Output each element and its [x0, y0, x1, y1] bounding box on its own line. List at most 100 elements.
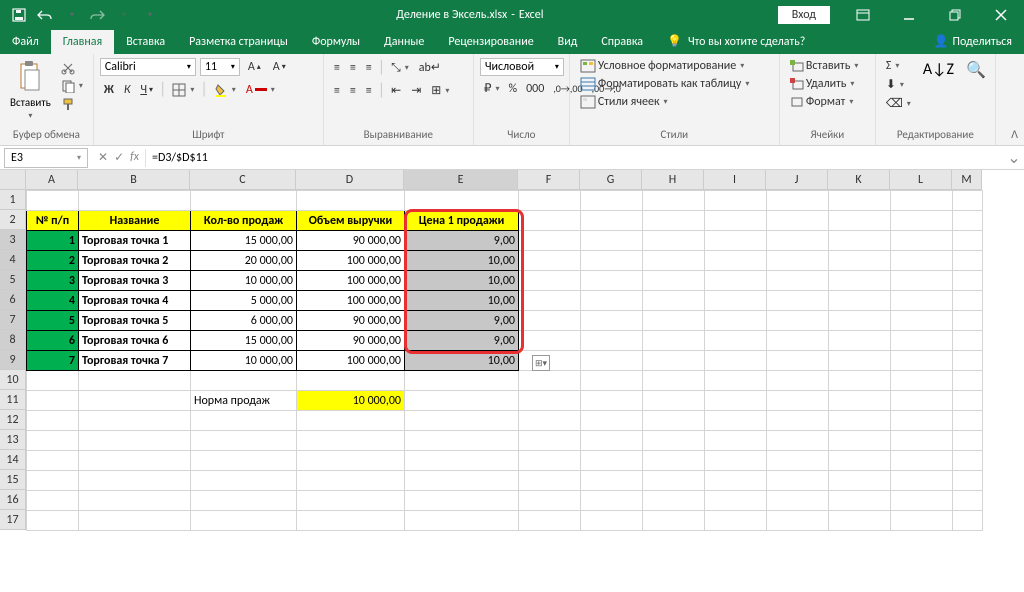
cell-I11[interactable] — [705, 391, 767, 411]
row-header-17[interactable]: 17 — [0, 510, 26, 530]
align-bottom-icon[interactable]: ≡ — [362, 58, 376, 77]
cancel-formula-icon[interactable]: ✕ — [98, 150, 108, 165]
cell-H2[interactable] — [643, 211, 705, 231]
row-header-9[interactable]: 9 — [0, 350, 26, 370]
cell-L17[interactable] — [891, 511, 953, 531]
cell-styles-button[interactable]: Стили ячеек — [576, 94, 773, 110]
cell-E9[interactable]: 10,00 — [405, 351, 519, 371]
cell-I1[interactable] — [705, 191, 767, 211]
cell-B8[interactable]: Торговая точка 6 — [79, 331, 191, 351]
cell-L10[interactable] — [891, 371, 953, 391]
cell-J6[interactable] — [767, 291, 829, 311]
cell-A9[interactable]: 7 — [27, 351, 79, 371]
copy-button[interactable] — [57, 78, 87, 94]
cell-F4[interactable] — [519, 251, 581, 271]
cell-B13[interactable] — [79, 431, 191, 451]
cell-F14[interactable] — [519, 451, 581, 471]
cell-K8[interactable] — [829, 331, 891, 351]
cell-C15[interactable] — [191, 471, 297, 491]
cut-button[interactable] — [57, 60, 87, 76]
cell-I13[interactable] — [705, 431, 767, 451]
column-header-L[interactable]: L — [890, 170, 952, 190]
cell-A1[interactable] — [27, 191, 79, 211]
restore-icon[interactable] — [932, 0, 978, 30]
cell-E11[interactable] — [405, 391, 519, 411]
column-header-M[interactable]: M — [952, 170, 982, 190]
cell-B16[interactable] — [79, 491, 191, 511]
row-header-1[interactable]: 1 — [0, 190, 26, 210]
cell-F7[interactable] — [519, 311, 581, 331]
name-box[interactable]: E3▾ — [4, 148, 88, 168]
cell-D17[interactable] — [297, 511, 405, 531]
cell-B12[interactable] — [79, 411, 191, 431]
cell-G17[interactable] — [581, 511, 643, 531]
column-header-F[interactable]: F — [518, 170, 580, 190]
fill-icon[interactable]: ⬇ — [882, 76, 915, 93]
cell-L1[interactable] — [891, 191, 953, 211]
cell-A6[interactable]: 4 — [27, 291, 79, 311]
align-left-icon[interactable]: ≡ — [330, 81, 344, 100]
cell-B6[interactable]: Торговая точка 4 — [79, 291, 191, 311]
cell-F12[interactable] — [519, 411, 581, 431]
close-icon[interactable] — [978, 0, 1024, 30]
cell-D9[interactable]: 100 000,00 — [297, 351, 405, 371]
cell-C7[interactable]: 6 000,00 — [191, 311, 297, 331]
cell-D2[interactable]: Объем выручки — [297, 211, 405, 231]
cell-I10[interactable] — [705, 371, 767, 391]
cell-H15[interactable] — [643, 471, 705, 491]
bold-button[interactable]: Ж — [100, 82, 118, 98]
row-header-11[interactable]: 11 — [0, 390, 26, 410]
row-header-12[interactable]: 12 — [0, 410, 26, 430]
cell-A11[interactable] — [27, 391, 79, 411]
tab-data[interactable]: Данные — [372, 30, 436, 54]
increase-font-icon[interactable]: A▴ — [244, 59, 265, 75]
tell-me[interactable]: 💡 Что вы хотите сделать? — [655, 29, 817, 54]
cell-J5[interactable] — [767, 271, 829, 291]
cell-I14[interactable] — [705, 451, 767, 471]
row-header-2[interactable]: 2 — [0, 210, 26, 230]
cell-J8[interactable] — [767, 331, 829, 351]
column-header-J[interactable]: J — [766, 170, 828, 190]
cell-D1[interactable] — [297, 191, 405, 211]
cell-C8[interactable]: 15 000,00 — [191, 331, 297, 351]
row-header-8[interactable]: 8 — [0, 330, 26, 350]
row-header-5[interactable]: 5 — [0, 270, 26, 290]
column-header-B[interactable]: B — [78, 170, 190, 190]
cell-G13[interactable] — [581, 431, 643, 451]
paste-button[interactable]: Вставить ▾ — [6, 58, 55, 128]
cell-E14[interactable] — [405, 451, 519, 471]
cell-J3[interactable] — [767, 231, 829, 251]
undo-dropdown[interactable] — [58, 1, 84, 29]
row-header-14[interactable]: 14 — [0, 450, 26, 470]
cell-I4[interactable] — [705, 251, 767, 271]
cell-H7[interactable] — [643, 311, 705, 331]
cell-D3[interactable]: 90 000,00 — [297, 231, 405, 251]
cell-A2[interactable]: № п/п — [27, 211, 79, 231]
row-header-15[interactable]: 15 — [0, 470, 26, 490]
delete-cells-button[interactable]: Удалить — [786, 76, 869, 92]
cell-E8[interactable]: 9,00 — [405, 331, 519, 351]
cell-H10[interactable] — [643, 371, 705, 391]
cell-J17[interactable] — [767, 511, 829, 531]
cell-M16[interactable] — [953, 491, 983, 511]
decrease-indent-icon[interactable]: ⇤ — [387, 81, 405, 100]
insert-cells-button[interactable]: Вставить — [786, 58, 869, 74]
cell-G3[interactable] — [581, 231, 643, 251]
cell-E2[interactable]: Цена 1 продажи — [405, 211, 519, 231]
login-button[interactable]: Вход — [778, 6, 830, 24]
row-header-13[interactable]: 13 — [0, 430, 26, 450]
cell-A10[interactable] — [27, 371, 79, 391]
cell-J15[interactable] — [767, 471, 829, 491]
cell-A4[interactable]: 2 — [27, 251, 79, 271]
cell-B4[interactable]: Торговая точка 2 — [79, 251, 191, 271]
cell-L9[interactable] — [891, 351, 953, 371]
cell-I15[interactable] — [705, 471, 767, 491]
cell-D7[interactable]: 90 000,00 — [297, 311, 405, 331]
align-center-icon[interactable]: ≡ — [346, 81, 360, 100]
cell-A12[interactable] — [27, 411, 79, 431]
cell-K9[interactable] — [829, 351, 891, 371]
cell-J7[interactable] — [767, 311, 829, 331]
cell-G16[interactable] — [581, 491, 643, 511]
cell-E5[interactable]: 10,00 — [405, 271, 519, 291]
cell-H5[interactable] — [643, 271, 705, 291]
